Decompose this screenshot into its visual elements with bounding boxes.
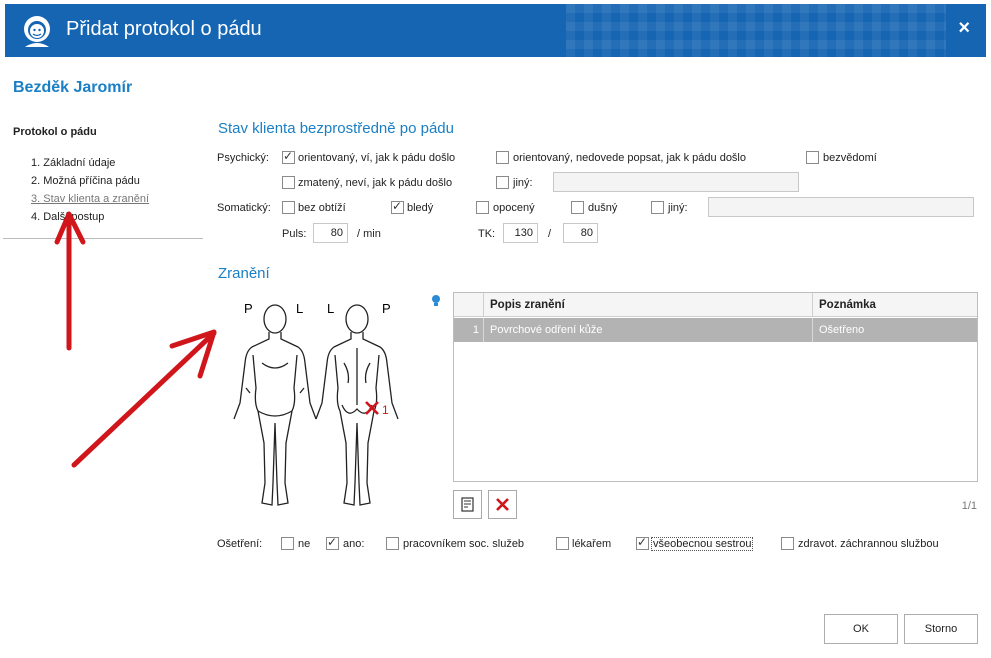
pulse-label: Puls: [282, 228, 307, 240]
treatment-yes-checkbox[interactable] [326, 535, 339, 550]
somatic-label: Somatický: [217, 202, 271, 214]
state-section-title: Stav klienta bezprostředně po pádu [218, 120, 454, 137]
hint-bulb-icon[interactable] [431, 294, 441, 308]
treatment-no-label: ne [298, 538, 311, 550]
injury-marker-number: 1 [382, 403, 389, 417]
tk-separator: / [548, 228, 552, 240]
psychic-confused-checkbox[interactable] [282, 176, 295, 189]
table-pager: 1/1 [961, 500, 977, 512]
somatic-other-input[interactable] [708, 197, 974, 217]
psychic-confused-label: zmatený, neví, jak k pádu došlo [298, 177, 453, 189]
psychic-label: Psychický: [217, 152, 269, 164]
row-note: Ošetřeno [819, 324, 865, 336]
column-header-note[interactable]: Poznámka [813, 293, 978, 317]
row-description: Povrchové odření kůže [484, 318, 813, 342]
somatic-no-problems-label: bez obtíží [298, 202, 346, 214]
psychic-oriented-label: orientovaný, ví, jak k pádu došlo [298, 152, 456, 164]
sidebar-item-possible-cause[interactable]: 2. Možná příčina pádu [31, 174, 149, 192]
tk-systolic-input[interactable]: 130 [503, 223, 538, 243]
psychic-unconscious-checkbox[interactable] [806, 151, 819, 164]
injury-table: Popis zranění Poznámka 1 Povrchové odřen… [453, 292, 978, 482]
title-bar: Přidat protokol o pádu × [5, 4, 986, 57]
treatment-social-worker-label: pracovníkem soc. služeb [403, 538, 525, 550]
psychic-other-input[interactable] [553, 172, 799, 192]
front-body-figure [233, 304, 317, 506]
pulse-input[interactable]: 80 [313, 223, 348, 243]
psychic-other-checkbox[interactable] [496, 176, 509, 189]
app-logo-icon [24, 16, 50, 47]
sidebar-item-next-steps[interactable]: 4. Další postup [31, 210, 149, 228]
somatic-breathless-checkbox[interactable] [571, 201, 584, 214]
treatment-yes-label: ano: [343, 538, 365, 550]
table-row[interactable]: 1 Povrchové odření kůže Ošetřeno [454, 318, 977, 342]
treatment-doctor-label: lékařem [572, 538, 612, 550]
front-right-side-label: P [244, 301, 253, 316]
psychic-unconscious-label: bezvědomí [823, 152, 877, 164]
psychic-oriented-cannot-describe-checkbox[interactable] [496, 151, 509, 164]
somatic-breathless-label: dušný [588, 202, 618, 214]
title-bar-pattern [566, 4, 946, 57]
annotation-arrow-diagonal [71, 329, 217, 468]
treatment-ambulance-label: zdravot. záchrannou službou [798, 538, 939, 550]
pulse-unit: / min [357, 228, 381, 240]
back-right-side-label: P [382, 301, 391, 316]
row-number: 1 [454, 318, 484, 342]
somatic-other-checkbox[interactable] [651, 201, 664, 214]
somatic-sweaty-checkbox[interactable] [476, 201, 489, 214]
column-header-description[interactable]: Popis zranění [484, 293, 813, 317]
edit-injury-button[interactable] [453, 490, 482, 519]
treatment-nurse-checkbox[interactable] [636, 535, 649, 550]
somatic-other-label: jiný: [668, 202, 688, 214]
body-diagram[interactable]: P L L P 1 [220, 293, 450, 518]
psychic-other-label: jiný: [513, 177, 533, 189]
sidebar-nav: 1. Základní údaje 2. Možná příčina pádu … [31, 156, 149, 228]
somatic-sweaty-label: opocený [493, 202, 535, 214]
delete-icon [496, 498, 509, 511]
front-left-side-label: L [296, 301, 303, 316]
somatic-no-problems-checkbox[interactable] [282, 201, 295, 214]
close-button[interactable]: × [958, 17, 970, 40]
injury-section-title: Zranění [218, 265, 270, 282]
sidebar-item-client-state[interactable]: 3. Stav klienta a zranění [31, 192, 149, 210]
annotation-arrow-up [54, 211, 86, 351]
injury-table-header: Popis zranění Poznámka [454, 293, 977, 317]
client-name: Bezděk Jaromír [13, 79, 133, 96]
treatment-nurse-label: všeobecnou sestrou [651, 537, 754, 551]
tk-label: TK: [478, 228, 496, 240]
injury-marker[interactable]: 1 [365, 401, 389, 417]
sidebar-divider [3, 238, 203, 239]
edit-document-icon [461, 497, 474, 512]
window-title: Přidat protokol o pádu [66, 18, 262, 40]
ok-button[interactable]: OK [824, 614, 898, 644]
treatment-no-checkbox[interactable] [281, 537, 294, 550]
treatment-doctor-checkbox[interactable] [556, 537, 569, 550]
somatic-pale-label: bledý [407, 202, 434, 214]
somatic-pale-checkbox[interactable] [391, 199, 404, 214]
tk-diastolic-input[interactable]: 80 [563, 223, 598, 243]
psychic-oriented-checkbox[interactable] [282, 149, 295, 164]
psychic-oriented-cannot-describe-label: orientovaný, nedovede popsat, jak k pádu… [513, 152, 746, 164]
back-left-side-label: L [327, 301, 334, 316]
treatment-label: Ošetření: [217, 538, 263, 550]
sidebar-heading: Protokol o pádu [13, 126, 97, 138]
treatment-ambulance-checkbox[interactable] [781, 537, 794, 550]
column-header-number [454, 293, 484, 317]
delete-injury-button[interactable] [488, 490, 517, 519]
sidebar-item-basic-info[interactable]: 1. Základní údaje [31, 156, 149, 174]
cancel-button[interactable]: Storno [904, 614, 978, 644]
treatment-social-worker-checkbox[interactable] [386, 537, 399, 550]
